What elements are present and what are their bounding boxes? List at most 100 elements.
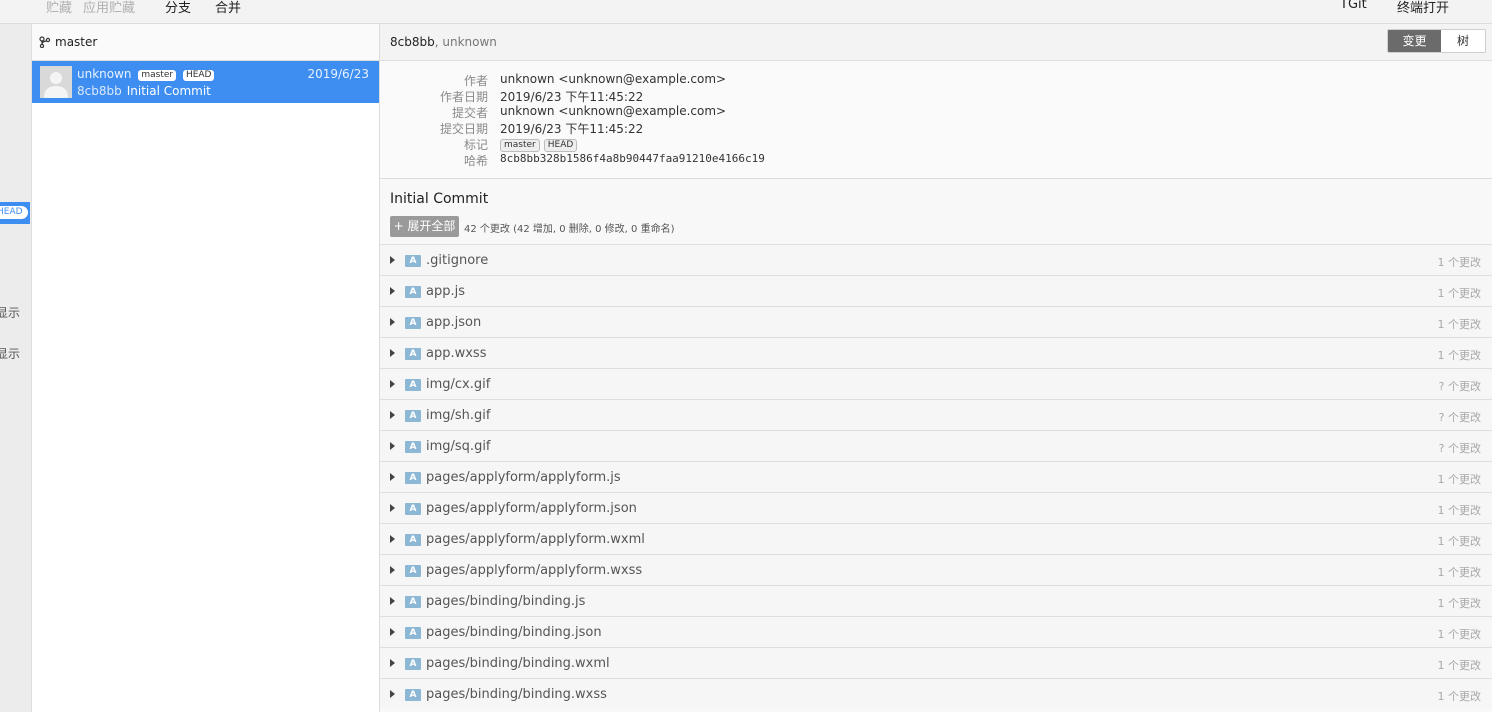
- added-status-badge: A: [405, 565, 421, 577]
- added-status-badge: A: [405, 472, 421, 484]
- tag-badge-master: master: [500, 139, 540, 152]
- expand-triangle-icon[interactable]: [390, 318, 395, 326]
- file-row[interactable]: Apages/binding/binding.json 1 个更改: [380, 616, 1492, 647]
- file-change-count: 1 个更改: [1437, 597, 1482, 610]
- file-name: app.wxss: [426, 346, 487, 361]
- tab-changes[interactable]: 变更: [1388, 30, 1441, 52]
- file-row[interactable]: Aapp.js 1 个更改: [380, 275, 1492, 306]
- added-status-badge: A: [405, 627, 421, 639]
- sidebar-item-head[interactable]: HEAD: [0, 202, 30, 224]
- expand-triangle-icon[interactable]: [390, 380, 395, 388]
- toolbar: 贮藏 应用贮藏 分支 合并 TGit 终端打开: [0, 0, 1492, 24]
- added-status-badge: A: [405, 348, 421, 360]
- file-change-count: ? 个更改: [1438, 380, 1481, 393]
- added-status-badge: A: [405, 689, 421, 701]
- expand-triangle-icon[interactable]: [390, 597, 395, 605]
- expand-triangle-icon[interactable]: [390, 411, 395, 419]
- file-name: img/cx.gif: [426, 377, 491, 392]
- file-row[interactable]: Apages/applyform/applyform.js 1 个更改: [380, 461, 1492, 492]
- file-change-count: 1 个更改: [1437, 256, 1482, 269]
- file-row[interactable]: Apages/binding/binding.wxss 1 个更改: [380, 678, 1492, 709]
- added-status-badge: A: [405, 596, 421, 608]
- branch-button[interactable]: 分支: [165, 0, 191, 16]
- file-row[interactable]: A .gitignore 1 个更改: [380, 244, 1492, 275]
- file-row[interactable]: Apages/binding/binding.wxml 1 个更改: [380, 647, 1492, 678]
- detail-title: 8cb8bb, unknown: [390, 35, 497, 49]
- sidebar-show-label[interactable]: 显示: [0, 345, 20, 362]
- file-row[interactable]: Apages/applyform/applyform.json 1 个更改: [380, 492, 1492, 523]
- merge-button[interactable]: 合并: [215, 0, 241, 16]
- file-name: img/sq.gif: [426, 439, 491, 454]
- expand-triangle-icon[interactable]: [390, 287, 395, 295]
- commit-hash: 8cb8bb: [77, 84, 122, 98]
- file-row[interactable]: Aapp.wxss 1 个更改: [380, 337, 1492, 368]
- expand-all-button[interactable]: + 展开全部: [390, 216, 459, 237]
- file-change-count: 1 个更改: [1437, 287, 1482, 300]
- commit-author: unknown: [77, 67, 132, 81]
- file-name: pages/applyform/applyform.wxml: [426, 532, 645, 547]
- expand-triangle-icon[interactable]: [390, 628, 395, 636]
- tab-tree[interactable]: 树: [1441, 30, 1485, 52]
- avatar: [40, 66, 72, 98]
- added-status-badge: A: [405, 286, 421, 298]
- detail-header: 8cb8bb, unknown 变更 树: [380, 24, 1492, 61]
- file-name: pages/binding/binding.json: [426, 625, 602, 640]
- file-change-count: 1 个更改: [1437, 690, 1482, 703]
- tag-badge-master: master: [138, 70, 177, 81]
- commit-metadata: 作者 unknown <unknown@example.com> 作者日期 2019…: [380, 61, 1492, 179]
- apply-stash-button[interactable]: 应用贮藏: [83, 0, 135, 16]
- file-change-count: 1 个更改: [1437, 473, 1482, 486]
- file-row[interactable]: Apages/applyform/applyform.wxss 1 个更改: [380, 554, 1492, 585]
- branch-selector[interactable]: master: [32, 24, 379, 61]
- tgit-button[interactable]: TGit: [1340, 0, 1367, 12]
- detail-author: unknown: [442, 35, 497, 49]
- file-change-count: 1 个更改: [1437, 318, 1482, 331]
- expand-triangle-icon[interactable]: [390, 442, 395, 450]
- added-status-badge: A: [405, 410, 421, 422]
- sidebar-show-label[interactable]: 显示: [0, 304, 20, 321]
- open-terminal-button[interactable]: 终端打开: [1397, 0, 1449, 16]
- commit-date: 2019/6/23: [307, 67, 369, 81]
- hash-label: 哈希: [463, 154, 488, 168]
- tag-badge-head: HEAD: [182, 70, 215, 81]
- expand-triangle-icon[interactable]: [390, 473, 395, 481]
- branch-name: master: [55, 35, 98, 49]
- added-status-badge: A: [405, 658, 421, 670]
- expand-triangle-icon[interactable]: [390, 349, 395, 357]
- expand-triangle-icon[interactable]: [390, 504, 395, 512]
- expand-triangle-icon[interactable]: [390, 690, 395, 698]
- file-name: pages/applyform/applyform.json: [426, 501, 637, 516]
- expand-triangle-icon[interactable]: [390, 659, 395, 667]
- file-row[interactable]: Apages/applyform/applyform.wxml 1 个更改: [380, 523, 1492, 554]
- file-row[interactable]: Aimg/sq.gif ? 个更改: [380, 430, 1492, 461]
- commit-list-panel: master unknown master HEAD 2019/6/23 8cb…: [32, 24, 380, 712]
- file-change-count: 1 个更改: [1437, 535, 1482, 548]
- file-name: img/sh.gif: [426, 408, 491, 423]
- file-change-count: 1 个更改: [1437, 659, 1482, 672]
- view-toggle: 变更 树: [1387, 29, 1486, 53]
- file-row[interactable]: Aimg/cx.gif ? 个更改: [380, 368, 1492, 399]
- tags-value: master HEAD: [500, 136, 581, 152]
- left-sidebar: HEAD 显示 显示: [0, 24, 32, 712]
- expand-triangle-icon[interactable]: [390, 256, 395, 264]
- change-summary: 42 个更改 (42 增加, 0 删除, 0 修改, 0 重命名): [464, 224, 675, 235]
- branch-icon: [39, 36, 51, 48]
- expand-triangle-icon[interactable]: [390, 535, 395, 543]
- added-status-badge: A: [405, 379, 421, 391]
- stash-button[interactable]: 贮藏: [46, 0, 72, 16]
- file-name: app.js: [426, 284, 465, 299]
- tag-badge-head: HEAD: [543, 139, 578, 152]
- file-change-list: A .gitignore 1 个更改 Aapp.js 1 个更改 Aapp.json 1 个…: [380, 244, 1492, 709]
- added-status-badge: A: [405, 534, 421, 546]
- commit-summary-line: 8cb8bb Initial Commit: [77, 84, 211, 98]
- file-row[interactable]: Apages/binding/binding.js 1 个更改: [380, 585, 1492, 616]
- commit-list-item[interactable]: unknown master HEAD 2019/6/23 8cb8bb Init…: [32, 61, 379, 103]
- author-date-label: 作者日期: [439, 90, 488, 104]
- added-status-badge: A: [405, 441, 421, 453]
- file-row[interactable]: Aimg/sh.gif ? 个更改: [380, 399, 1492, 430]
- expand-triangle-icon[interactable]: [390, 566, 395, 574]
- file-change-count: 1 个更改: [1437, 504, 1482, 517]
- commit-author-line: unknown master HEAD: [77, 67, 215, 81]
- file-change-count: 1 个更改: [1437, 628, 1482, 641]
- file-row[interactable]: Aapp.json 1 个更改: [380, 306, 1492, 337]
